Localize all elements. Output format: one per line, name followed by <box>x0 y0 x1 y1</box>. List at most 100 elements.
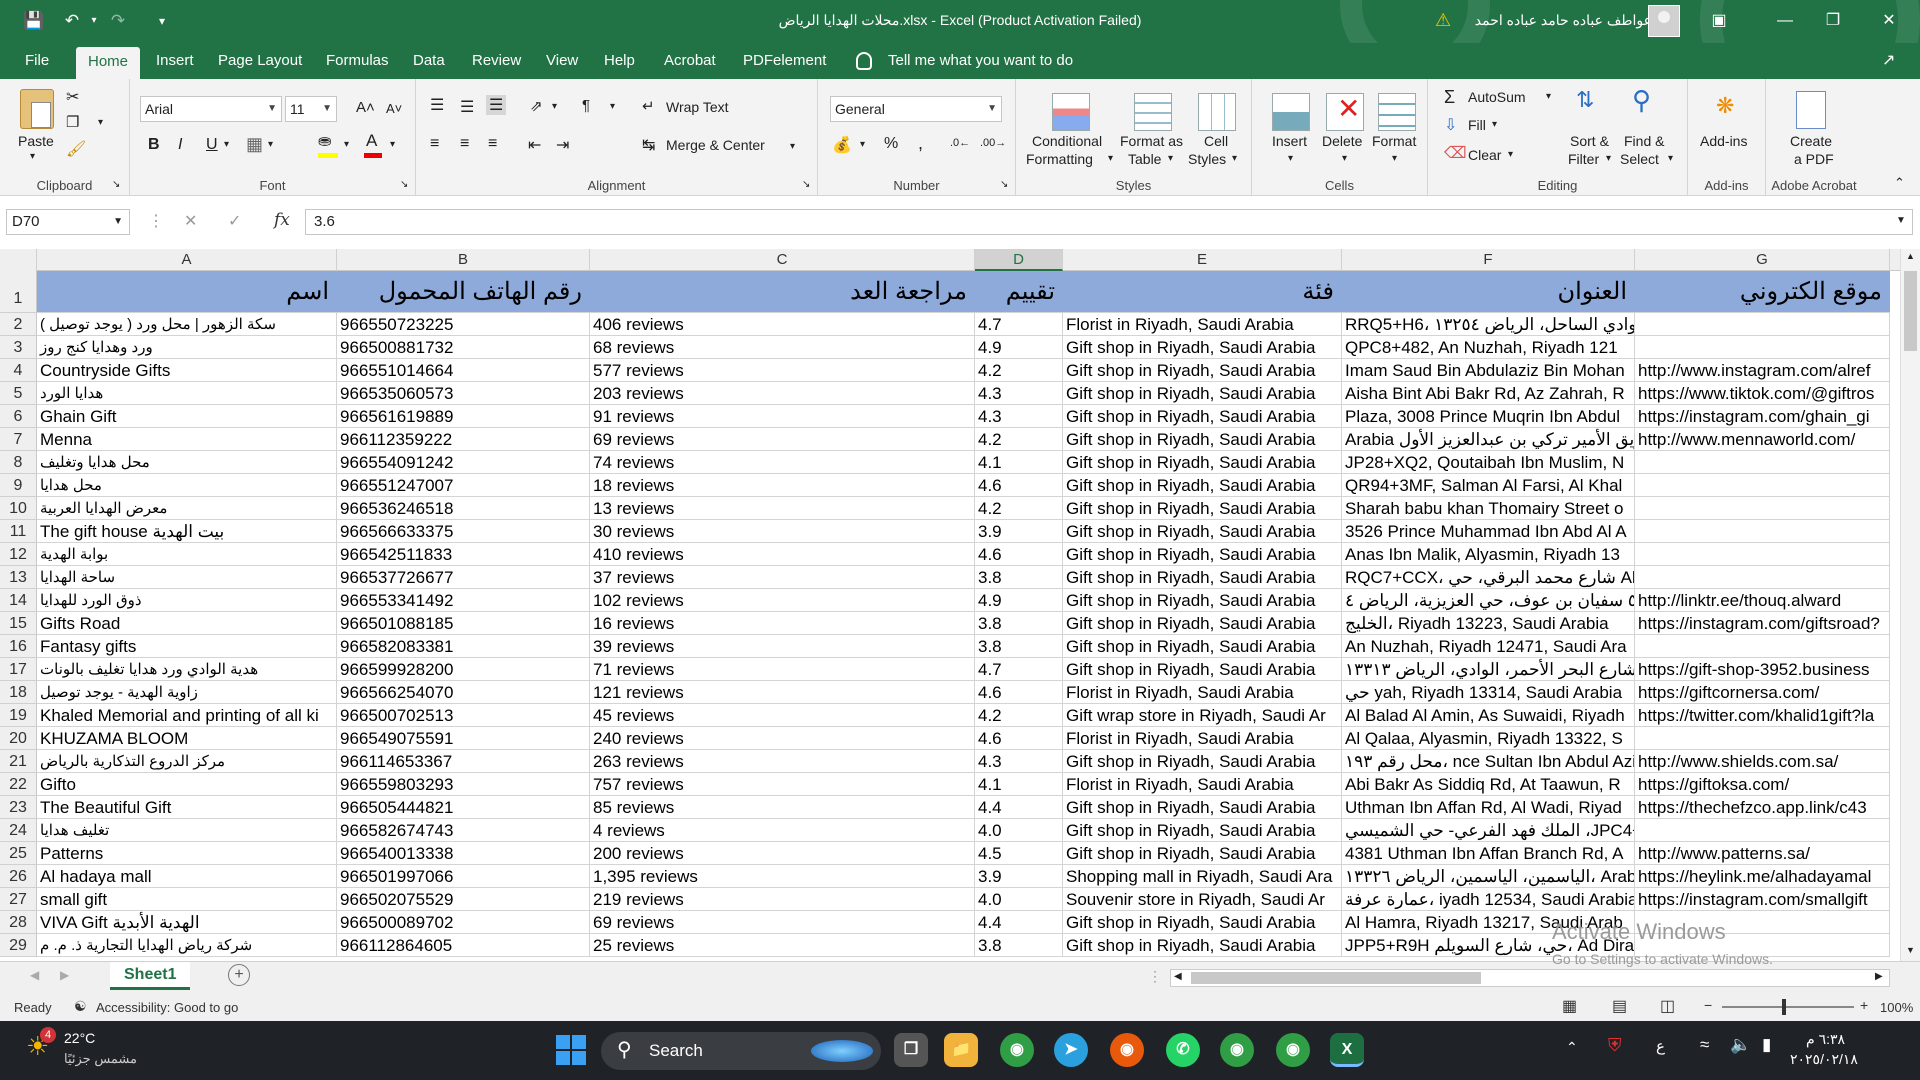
tab-review[interactable]: Review <box>472 43 521 79</box>
cell-address[interactable]: حي yah, Riyadh 13314, Saudi Arabia <box>1342 681 1635 704</box>
row-header[interactable]: 21 <box>0 750 37 773</box>
page-break-view-icon[interactable]: ◫ <box>1660 996 1675 1016</box>
cut-icon[interactable]: ✂ <box>66 87 79 107</box>
expand-formula-icon[interactable]: ▼ <box>1896 215 1906 226</box>
cell-name[interactable]: بوابة الهدية <box>37 543 337 566</box>
share-icon[interactable]: ↗ <box>1882 43 1895 79</box>
cell-rating[interactable]: 4.9 <box>975 589 1063 612</box>
cell-phone[interactable]: 966542511833 <box>337 543 590 566</box>
tell-me-search[interactable]: Tell me what you want to do <box>888 43 1073 79</box>
sort-filter-label-1[interactable]: Sort & <box>1570 133 1609 149</box>
cell-category[interactable]: Gift shop in Riyadh, Saudi Arabia <box>1063 543 1342 566</box>
cell-name[interactable]: Khaled Memorial and printing of all ki <box>37 704 337 727</box>
delete-cells-icon[interactable]: ✕ <box>1326 93 1364 131</box>
cell-category[interactable]: Gift shop in Riyadh, Saudi Arabia <box>1063 750 1342 773</box>
taskbar-search[interactable]: ⚲ Search <box>601 1032 881 1070</box>
row-header[interactable]: 15 <box>0 612 37 635</box>
find-dropdown-icon[interactable]: ▾ <box>1668 153 1673 164</box>
cell-name[interactable]: Al hadaya mall <box>37 865 337 888</box>
cell-rating[interactable]: 4.2 <box>975 359 1063 382</box>
cell-website[interactable] <box>1635 451 1890 474</box>
cell-address[interactable]: Al Qalaa, Alyasmin, Riyadh 13322, S <box>1342 727 1635 750</box>
cell-phone[interactable]: 966535060573 <box>337 382 590 405</box>
cell-category[interactable]: Gift shop in Riyadh, Saudi Arabia <box>1063 796 1342 819</box>
cell-name[interactable]: ساحة الهدايا <box>37 566 337 589</box>
cell-name[interactable]: Gifto <box>37 773 337 796</box>
sort-filter-icon[interactable]: ⇅ <box>1576 87 1594 113</box>
cell-address[interactable]: Sharah babu khan Thomairy Street o <box>1342 497 1635 520</box>
font-name-select[interactable]: Arial ▼ <box>140 96 282 122</box>
cell-name[interactable]: هدايا الورد <box>37 382 337 405</box>
delete-dropdown-icon[interactable]: ▾ <box>1342 153 1347 164</box>
cell-category[interactable]: Florist in Riyadh, Saudi Arabia <box>1063 773 1342 796</box>
tab-view[interactable]: View <box>546 43 578 79</box>
conditional-formatting-label-2[interactable]: Formatting <box>1026 151 1093 167</box>
cell-address[interactable]: An Nuzhah, Riyadh 12471, Saudi Ara <box>1342 635 1635 658</box>
row-header[interactable]: 10 <box>0 497 37 520</box>
cell-name[interactable]: معرض الهدايا العربية <box>37 497 337 520</box>
font-size-select[interactable]: 11 ▼ <box>285 96 337 122</box>
cell-category[interactable]: Gift shop in Riyadh, Saudi Arabia <box>1063 405 1342 428</box>
copy-icon[interactable]: ❐ <box>66 113 79 131</box>
zoom-slider-thumb[interactable] <box>1782 999 1786 1015</box>
cell-phone[interactable]: 966553341492 <box>337 589 590 612</box>
underline-icon[interactable]: U <box>206 136 218 154</box>
cell-website[interactable] <box>1635 727 1890 750</box>
merge-center-icon[interactable]: ↹ <box>642 135 655 155</box>
cell-reviews[interactable]: 69 reviews <box>590 911 975 934</box>
cell-name[interactable]: سكة الزهور | محل ورد ( يوجد توصيل ) <box>37 313 337 336</box>
increase-decimal-icon[interactable]: .0← <box>950 137 970 149</box>
formula-input[interactable]: 3.6 <box>305 209 1913 235</box>
cell-category[interactable]: Gift shop in Riyadh, Saudi Arabia <box>1063 635 1342 658</box>
cell-phone[interactable]: 966501997066 <box>337 865 590 888</box>
cell-address[interactable]: QPC8+482, An Nuzhah, Riyadh 121 <box>1342 336 1635 359</box>
add-sheet-icon[interactable]: + <box>228 964 250 986</box>
cell-website[interactable]: http://www.patterns.sa/ <box>1635 842 1890 865</box>
chrome-icon[interactable]: ◉ <box>1000 1033 1034 1067</box>
align-bottom-icon[interactable]: ☰ <box>486 95 507 115</box>
cell-address[interactable]: Anas Ibn Malik, Alyasmin, Riyadh 13 <box>1342 543 1635 566</box>
cell-phone[interactable]: 966500702513 <box>337 704 590 727</box>
wrap-text-icon[interactable]: ↵ <box>642 97 655 115</box>
column-header-b[interactable]: B <box>337 249 590 271</box>
cell-name[interactable]: The Beautiful Gift <box>37 796 337 819</box>
tab-formulas[interactable]: Formulas <box>326 43 389 79</box>
row-header[interactable]: 4 <box>0 359 37 382</box>
select-all-corner[interactable] <box>0 249 37 271</box>
cell-name[interactable]: ذوق الورد للهدايا <box>37 589 337 612</box>
format-table-dropdown-icon[interactable]: ▾ <box>1168 153 1173 164</box>
cell-website[interactable] <box>1635 313 1890 336</box>
cell-styles-icon[interactable] <box>1198 93 1236 131</box>
cancel-icon[interactable]: ✕ <box>184 211 197 231</box>
merge-center-button[interactable]: Merge & Center <box>666 137 765 153</box>
cell-phone[interactable]: 966566254070 <box>337 681 590 704</box>
cell-reviews[interactable]: 121 reviews <box>590 681 975 704</box>
cell-category[interactable]: Gift shop in Riyadh, Saudi Arabia <box>1063 359 1342 382</box>
cell-address[interactable]: Aisha Bint Abi Bakr Rd, Az Zahrah, R <box>1342 382 1635 405</box>
tab-help[interactable]: Help <box>604 43 635 79</box>
decrease-font-icon[interactable]: A˅ <box>386 101 402 116</box>
sort-dropdown-icon[interactable]: ▾ <box>1606 153 1611 164</box>
whatsapp-icon[interactable]: ✆ <box>1166 1033 1200 1067</box>
cell-name[interactable]: Ghain Gift <box>37 405 337 428</box>
scroll-left-icon[interactable]: ◀ <box>1174 971 1182 982</box>
column-header-f[interactable]: F <box>1342 249 1635 271</box>
cell-address[interactable]: QR94+3MF, Salman Al Farsi, Al Khal <box>1342 474 1635 497</box>
cell-rating[interactable]: 4.6 <box>975 474 1063 497</box>
name-box[interactable]: D70 ▼ <box>6 209 130 235</box>
row-header[interactable]: 29 <box>0 934 37 957</box>
cell-category[interactable]: Gift shop in Riyadh, Saudi Arabia <box>1063 842 1342 865</box>
cell-reviews[interactable]: 37 reviews <box>590 566 975 589</box>
search-icon[interactable]: ⚲ <box>1632 85 1651 116</box>
cell-rating[interactable]: 4.0 <box>975 819 1063 842</box>
increase-font-icon[interactable]: A˄ <box>356 99 375 116</box>
cell-name[interactable]: زاوية الهدية - يوجد توصيل <box>37 681 337 704</box>
accounting-format-icon[interactable]: 💰 <box>832 135 852 155</box>
cell-styles-dropdown-icon[interactable]: ▾ <box>1232 153 1237 164</box>
cell-website[interactable]: http://www.instagram.com/alref <box>1635 359 1890 382</box>
cell-rating[interactable]: 4.7 <box>975 658 1063 681</box>
cell-reviews[interactable]: 263 reviews <box>590 750 975 773</box>
zoom-in-icon[interactable]: + <box>1860 997 1868 1013</box>
cell-reviews[interactable]: 1,395 reviews <box>590 865 975 888</box>
cell-phone[interactable]: 966551247007 <box>337 474 590 497</box>
